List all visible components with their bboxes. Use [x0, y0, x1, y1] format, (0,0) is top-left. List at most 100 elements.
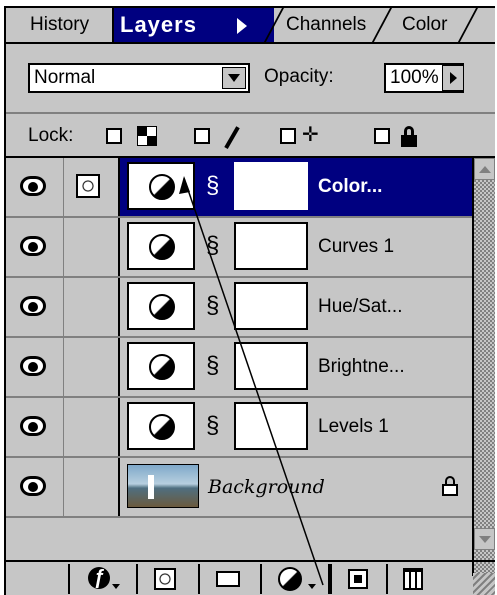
chain-link-icon[interactable]: § [206, 292, 219, 320]
layer-name: Levels 1 [318, 416, 389, 437]
eye-icon [20, 416, 46, 436]
mask-thumbnail[interactable] [234, 342, 308, 390]
layer-name: Hue/Sat... [318, 296, 403, 317]
adjustment-layer-icon [149, 234, 175, 260]
transparency-icon [137, 126, 157, 146]
blend-mode-value: Normal [34, 67, 96, 88]
layer-name: Curves 1 [318, 236, 395, 257]
chevron-down-icon [112, 584, 120, 589]
visibility-toggle[interactable] [6, 398, 64, 456]
mask-link-cell[interactable] [64, 218, 120, 276]
resize-grip-icon[interactable] [473, 573, 495, 595]
visibility-toggle[interactable] [6, 458, 64, 516]
adjustment-layer-icon [149, 294, 175, 320]
chain-link-icon[interactable]: § [206, 412, 219, 440]
layer-name: Color... [318, 176, 383, 197]
brush-icon [224, 126, 240, 149]
scrollbar[interactable] [472, 158, 495, 576]
opacity-slider-arrow-icon[interactable] [442, 65, 464, 91]
mask-thumbnail[interactable] [234, 282, 308, 330]
mask-link-cell[interactable] [64, 398, 120, 456]
blend-mode-row: Normal Opacity: 100% [6, 44, 495, 114]
layer-thumbnail [127, 282, 195, 330]
lock-all-checkbox[interactable] [374, 128, 390, 144]
layer-style-icon: ƒ [88, 567, 110, 589]
layer-mask-icon [76, 174, 100, 198]
layer-thumbnail [127, 162, 195, 210]
layer-name: Background [208, 476, 325, 498]
adjustment-layer-icon [149, 414, 175, 440]
move-icon: ✛ [302, 124, 319, 146]
layer-main[interactable]: § Hue/Sat... [120, 278, 472, 336]
mask-link-cell[interactable] [64, 278, 120, 336]
chevron-down-icon [308, 584, 316, 589]
folder-icon [216, 571, 240, 587]
tab-history[interactable]: History [6, 8, 114, 42]
add-mask-button[interactable] [136, 564, 198, 594]
layer-main[interactable]: Background [120, 458, 472, 516]
chain-link-icon[interactable]: § [206, 232, 219, 260]
mask-link-cell[interactable] [64, 458, 120, 516]
new-set-button[interactable] [198, 564, 260, 594]
tab-channels[interactable]: Channels [274, 8, 384, 42]
mask-link-cell[interactable] [64, 338, 120, 396]
scroll-up-icon[interactable] [474, 158, 495, 180]
bottom-toolbar: ƒ [6, 560, 495, 595]
lighthouse-image [148, 475, 154, 499]
layer-thumbnail [127, 342, 195, 390]
tab-layers[interactable]: Layers [114, 8, 274, 42]
layer-row[interactable]: § Curves 1 [6, 218, 472, 278]
chain-link-icon[interactable]: § [206, 172, 219, 200]
delete-layer-button[interactable] [386, 564, 442, 594]
new-layer-icon [348, 569, 368, 589]
eye-icon [20, 296, 46, 316]
trash-icon [403, 568, 423, 590]
scroll-down-icon[interactable] [474, 528, 495, 550]
layer-row[interactable]: § Color... [6, 158, 472, 218]
layer-row[interactable]: § Levels 1 [6, 398, 472, 458]
background-thumbnail [127, 464, 199, 508]
layer-main[interactable]: § Brightne... [120, 338, 472, 396]
lock-icon [401, 135, 417, 147]
new-adjustment-layer-button[interactable] [260, 564, 328, 594]
new-layer-button[interactable] [328, 564, 386, 594]
palette-menu-arrow-icon[interactable] [237, 18, 247, 34]
palette-tabs: History Layers Channels Color [6, 8, 495, 44]
blend-mode-select[interactable]: Normal [28, 63, 250, 93]
mask-thumbnail[interactable] [234, 162, 308, 210]
lock-label: Lock: [28, 125, 74, 146]
eye-icon [20, 236, 46, 256]
layer-style-button[interactable]: ƒ [68, 564, 136, 594]
chain-link-icon[interactable]: § [206, 352, 219, 380]
adjustment-layer-icon [278, 567, 302, 591]
lock-position-checkbox[interactable] [280, 128, 296, 144]
layer-main[interactable]: § Levels 1 [120, 398, 472, 456]
eye-icon [20, 476, 46, 496]
eye-icon [20, 176, 46, 196]
layer-thumbnail [127, 222, 195, 270]
layer-name: Brightne... [318, 356, 405, 377]
opacity-label: Opacity: [264, 66, 334, 87]
layer-row[interactable]: Background [6, 458, 472, 518]
visibility-toggle[interactable] [6, 278, 64, 336]
mask-thumbnail[interactable] [234, 222, 308, 270]
layer-main[interactable]: § Curves 1 [120, 218, 472, 276]
tab-layers-label: Layers [120, 12, 197, 37]
layer-row[interactable]: § Brightne... [6, 338, 472, 398]
layer-row[interactable]: § Hue/Sat... [6, 278, 472, 338]
visibility-toggle[interactable] [6, 218, 64, 276]
lock-row: Lock: ✛ [6, 114, 495, 158]
eye-icon [20, 356, 46, 376]
lock-image-checkbox[interactable] [194, 128, 210, 144]
lock-icon [442, 476, 458, 496]
adjustment-layer-icon [149, 354, 175, 380]
visibility-toggle[interactable] [6, 338, 64, 396]
layer-main[interactable]: § Color... [120, 158, 472, 216]
mask-link-cell[interactable] [64, 158, 120, 216]
lock-transparency-checkbox[interactable] [106, 128, 122, 144]
visibility-toggle[interactable] [6, 158, 64, 216]
chevron-down-icon[interactable] [222, 67, 246, 89]
tab-color[interactable]: Color [384, 8, 495, 42]
layers-list: § Color... § Curves 1 § Hue/Sat... § Bri… [6, 158, 472, 526]
mask-thumbnail[interactable] [234, 402, 308, 450]
